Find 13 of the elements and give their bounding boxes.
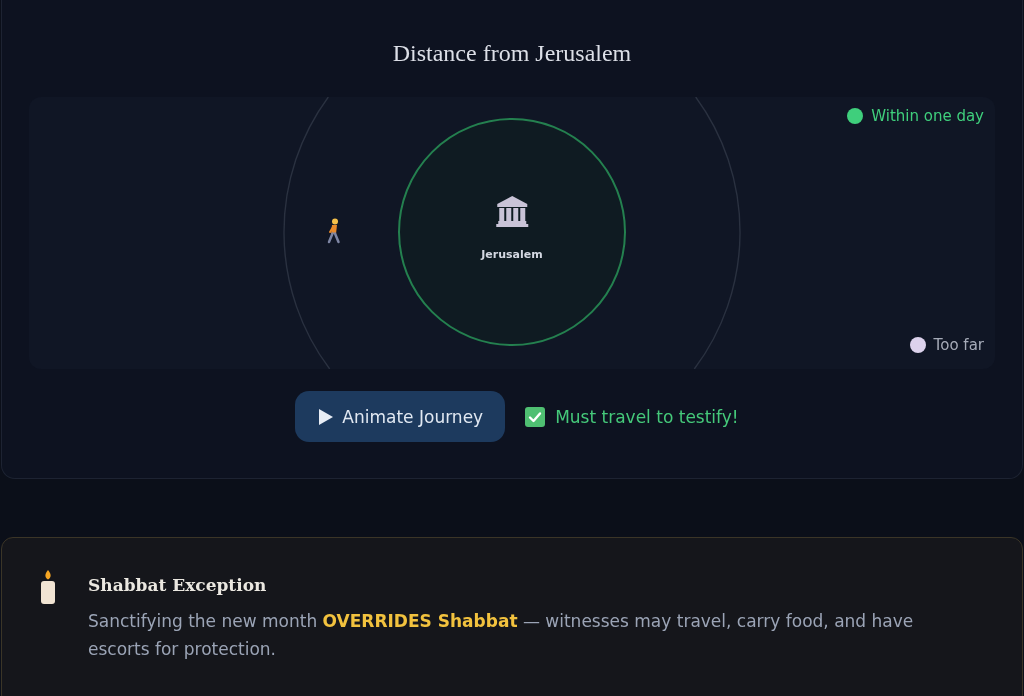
panel-title: Distance from Jerusalem [392,39,632,68]
animate-journey-button[interactable]: Animate Journey [295,391,506,442]
walking-person-icon [326,218,342,244]
legend-label: Within one day [871,106,984,126]
city-label: Jerusalem [481,248,543,262]
legend-label: Too far [933,335,984,355]
note-title: Shabbat Exception [88,574,268,597]
checkbox[interactable] [525,406,546,427]
checkbox-label[interactable]: Must travel to testify! [555,406,739,427]
candle-icon [38,569,58,605]
play-icon [319,408,334,425]
temple-icon [495,195,529,227]
note-text: Sanctifying the new month OVERRIDES Shabbat — witnesses may travel, carry food, and have escorts for protection. [88,610,915,661]
